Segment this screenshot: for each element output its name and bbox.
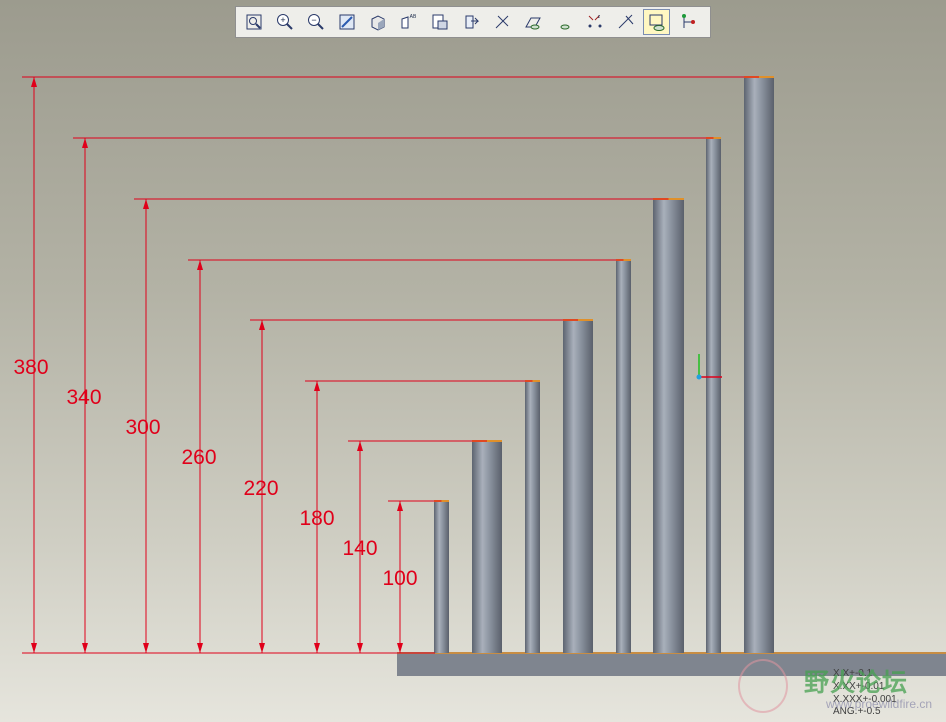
model-viewport[interactable]: 380 340 300 260 220 180 140100 xyxy=(0,0,946,722)
dimension-value-7: 140 xyxy=(342,537,377,560)
pillar-8 xyxy=(744,77,774,653)
dimension-value-3: 300 xyxy=(125,416,160,439)
pillar-7 xyxy=(706,138,721,653)
dimension-value-8: 100 xyxy=(382,567,417,590)
dimension-value-6: 180 xyxy=(299,507,334,530)
dimension-arrow-top-4 xyxy=(197,260,203,270)
dimension-arrow-bottom-6 xyxy=(314,643,320,653)
dimension-arrow-bottom-7 xyxy=(357,643,363,653)
dimension-arrow-top-2 xyxy=(82,138,88,148)
dimension-arrow-top-1 xyxy=(31,77,37,87)
pillar-2 xyxy=(472,441,502,653)
dimension-arrow-top-7 xyxy=(357,441,363,451)
pillar-3 xyxy=(525,381,540,653)
dimension-value-4: 260 xyxy=(181,446,216,469)
dimension-arrow-top-3 xyxy=(143,199,149,209)
dimension-arrow-bottom-1 xyxy=(31,643,37,653)
dimension-arrow-bottom-8 xyxy=(397,643,403,653)
dimension-value-1: 380 xyxy=(13,356,48,379)
pillar-6 xyxy=(653,199,684,653)
pillar-1 xyxy=(434,501,449,653)
dimension-arrow-bottom-4 xyxy=(197,643,203,653)
dimension-value-2: 340 xyxy=(66,386,101,409)
dimension-value-5: 220 xyxy=(243,477,278,500)
dimension-arrow-bottom-2 xyxy=(82,643,88,653)
dimension-arrow-bottom-3 xyxy=(143,643,149,653)
base-plate xyxy=(397,652,946,676)
pillar-4 xyxy=(563,320,593,653)
dimension-arrow-top-6 xyxy=(314,381,320,391)
dimension-arrow-bottom-5 xyxy=(259,643,265,653)
pillar-5 xyxy=(616,260,631,653)
dimension-arrow-top-8 xyxy=(397,501,403,511)
dimension-arrow-top-5 xyxy=(259,320,265,330)
coordinate-origin-icon xyxy=(696,374,702,380)
